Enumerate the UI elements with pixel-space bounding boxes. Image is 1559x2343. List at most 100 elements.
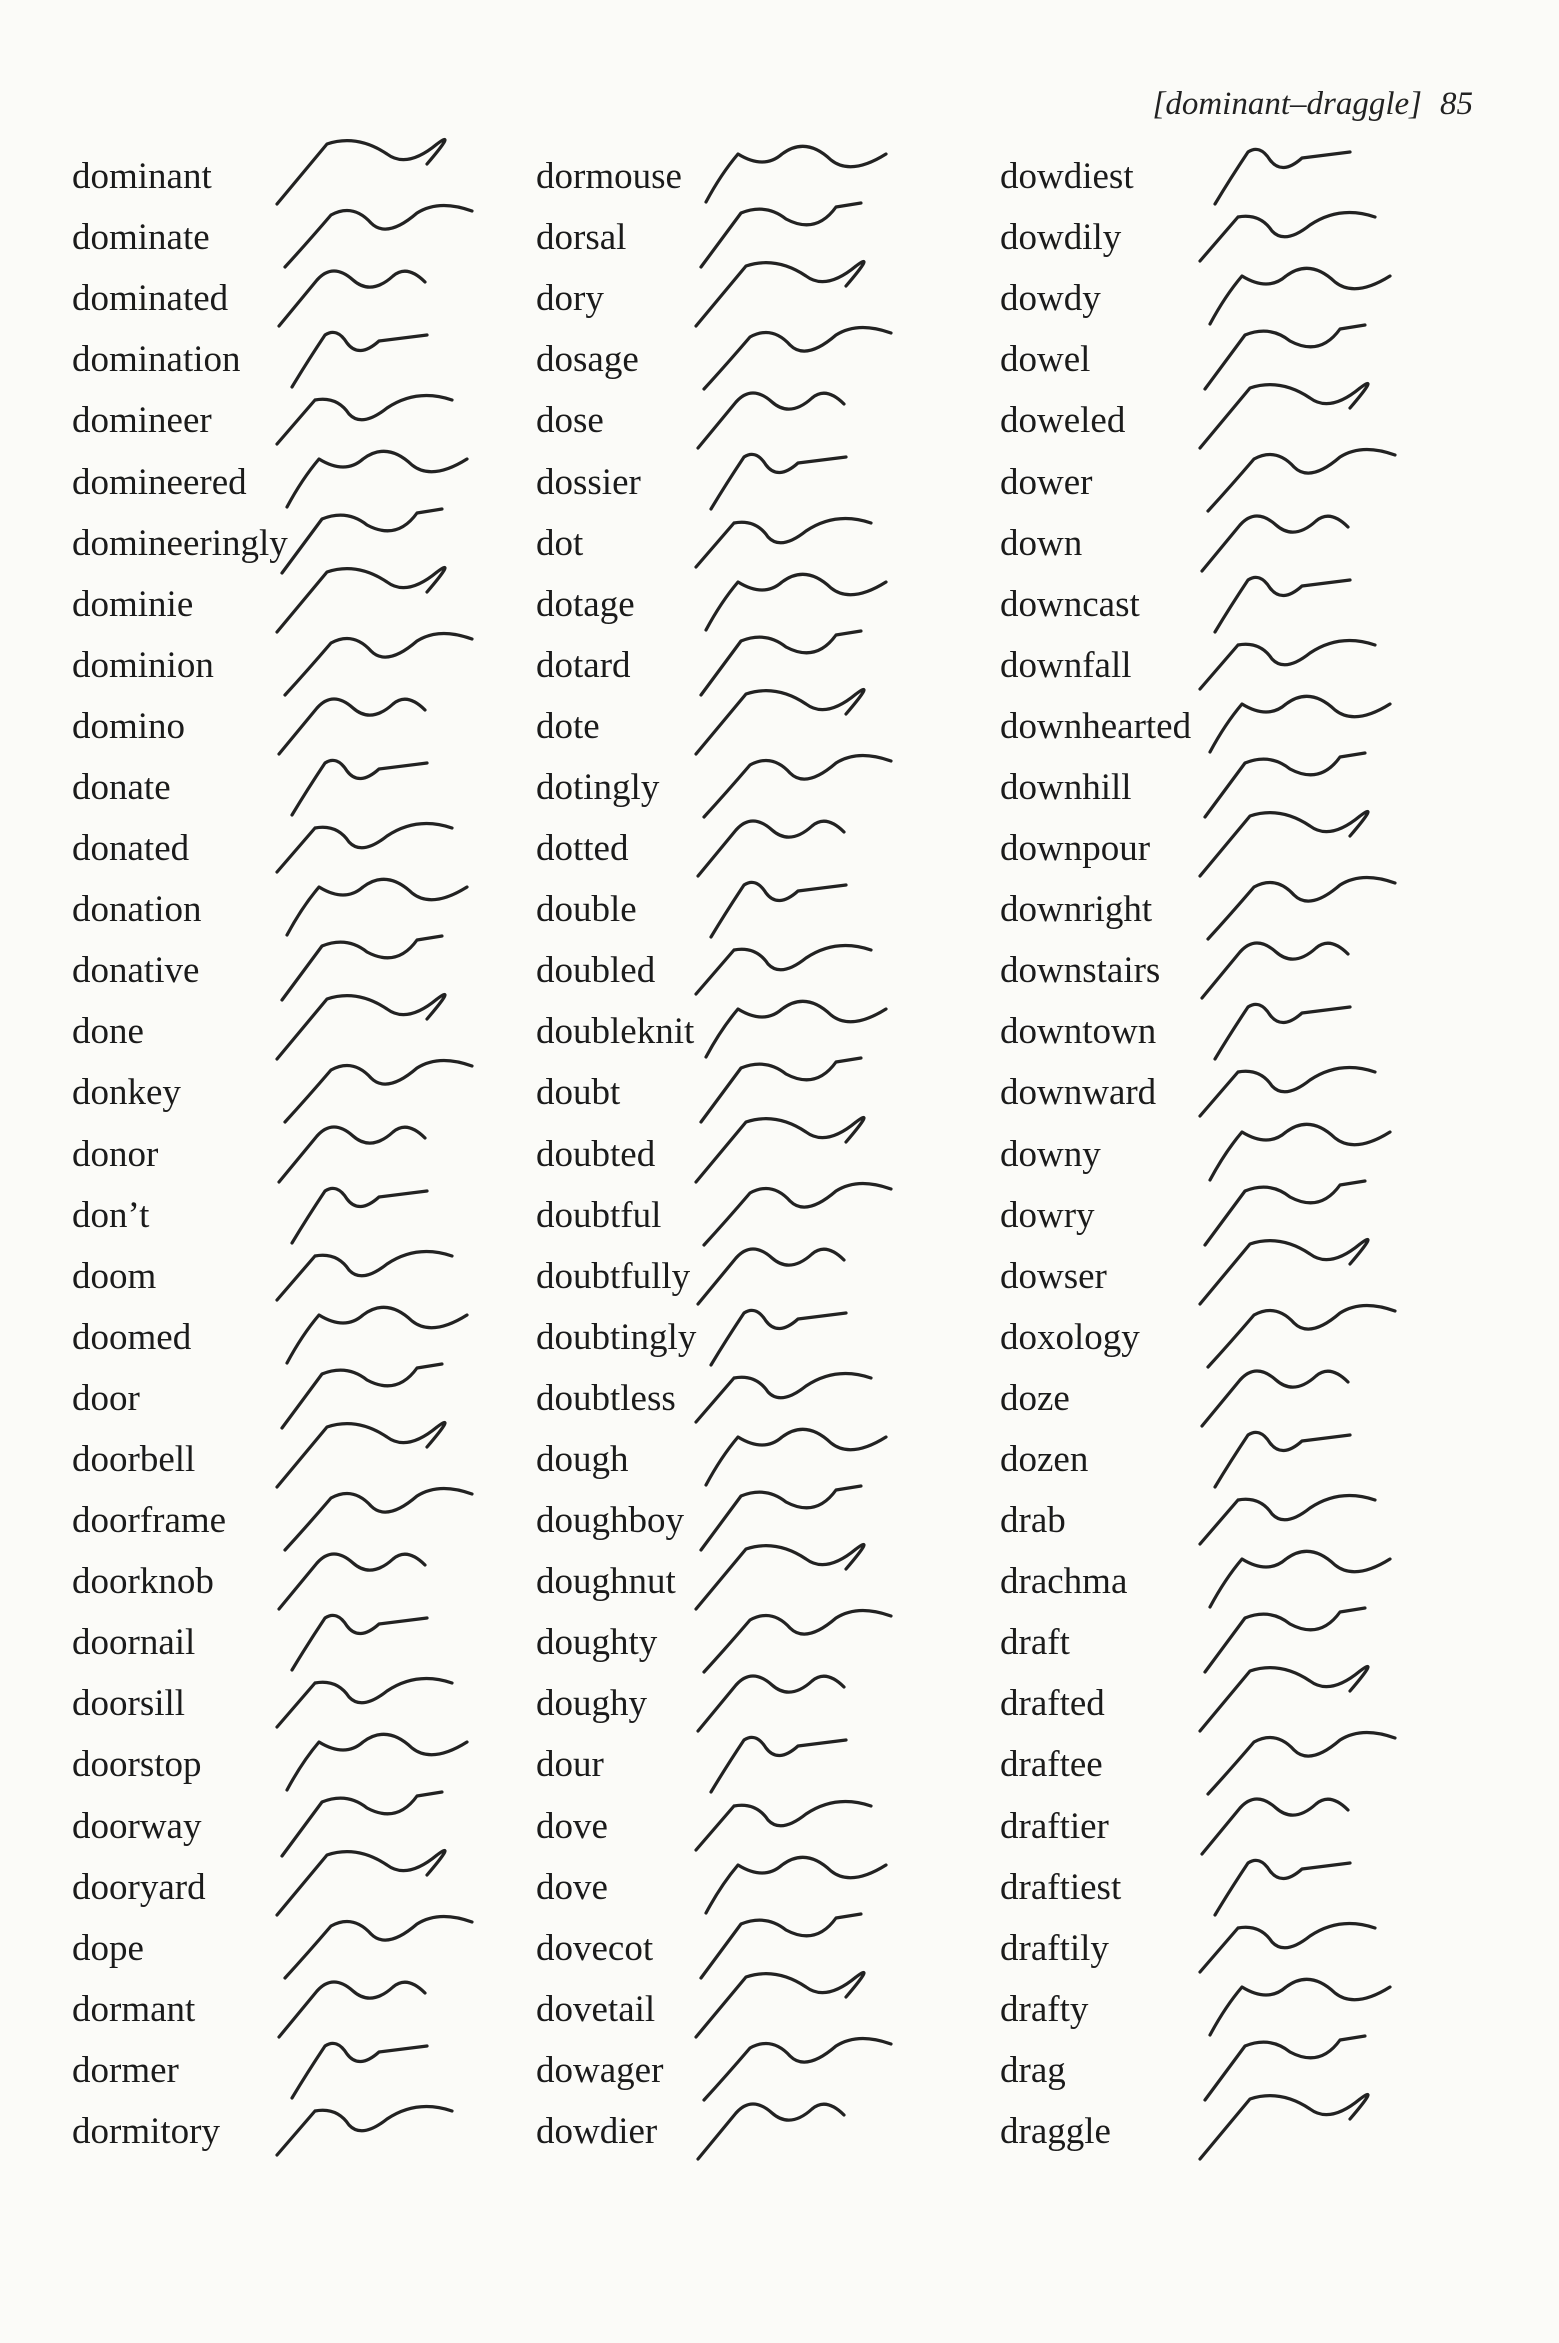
entry-word: down [1000,522,1083,564]
entry-word: doubtingly [536,1316,697,1358]
entry-word: doxology [1000,1316,1140,1358]
entry-word: dowdier [536,2111,658,2153]
shorthand-outline [275,2104,454,2157]
entry-word: draggle [1000,2111,1111,2153]
entry-word: doorknob [72,1561,214,1603]
entry-word: donate [72,766,171,808]
entry-word: dosage [536,339,639,381]
entry-word: donation [72,889,202,931]
entry-word: downpour [1000,828,1151,870]
entry-word: dowry [1000,1194,1095,1236]
entry-word: dozen [1000,1439,1089,1481]
entry-word: dovetail [536,1988,656,2030]
entry-word: draftiest [1000,1866,1122,1908]
entry-word: dove [536,1866,608,1908]
entry-word: downstairs [1000,950,1161,992]
entry-word: dote [536,705,600,747]
dictionary-entry: draggle [1000,2093,1480,2162]
entry-word: dominant [72,156,212,198]
dictionary-entry: dormitory [72,2101,532,2162]
entry-word: downhearted [1000,705,1192,747]
entry-word: drag [1000,2049,1066,2091]
entry-word: dotingly [536,766,660,808]
entry-word: dotage [536,583,635,625]
entry-word: dowser [1000,1255,1107,1297]
entry-word: doom [72,1255,157,1297]
entry-word: donkey [72,1072,181,1114]
entry-word: dowdily [1000,217,1122,259]
entry-word: dormant [72,1988,196,2030]
entry-word: doorsill [72,1683,186,1725]
entry-word: dovecot [536,1927,654,1969]
entry-word: doubleknit [536,1011,695,1053]
entry-word: dorsal [536,217,627,259]
entry-word: dowager [536,2049,664,2091]
entry-word: doughty [536,1622,658,1664]
entry-word: dotted [536,828,629,870]
entry-word: doweled [1000,400,1126,442]
entry-word: drafty [1000,1988,1089,2030]
entry-word: domination [72,339,241,381]
entry-word: downtown [1000,1011,1157,1053]
entry-word: downcast [1000,583,1140,625]
entry-word: dormer [72,2049,179,2091]
dictionary-entry: dowdier [536,2101,996,2162]
entry-word: doornail [72,1622,196,1664]
entry-word: doomed [72,1316,192,1358]
entry-word: door [72,1377,140,1419]
entry-word: drachma [1000,1561,1128,1603]
entry-word: doorstop [72,1744,202,1786]
page-range-label: [dominant–draggle] [1152,86,1422,122]
entry-word: dot [536,522,584,564]
page-number: 85 [1440,86,1473,122]
entry-word: drafted [1000,1683,1105,1725]
entry-word: donative [72,950,200,992]
entry-word: dowdy [1000,278,1101,320]
entry-word: downy [1000,1133,1101,1175]
entry-word: donated [72,828,190,870]
entry-word: drab [1000,1500,1066,1542]
entry-word: downward [1000,1072,1157,1114]
entry-word: draftier [1000,1805,1109,1847]
entry-word: doubted [536,1133,656,1175]
shorthand-outline [1198,2093,1370,2161]
entry-word: doubtless [536,1377,676,1419]
entry-word: domineeringly [72,522,288,564]
entry-word: domineered [72,461,247,503]
entry-word: draftily [1000,1927,1109,1969]
entry-word: dowdiest [1000,156,1134,198]
entry-word: dormouse [536,156,682,198]
entry-word: double [536,889,637,931]
word-column-1: dominant dominate dominated domination domin… [72,138,532,2162]
entry-word: doubtfully [536,1255,691,1297]
entry-word: dope [72,1927,144,1969]
dictionary-page: [dominant–draggle] 85 dominant dominate do… [0,0,1559,2343]
entry-word: dory [536,278,604,320]
entry-word: doorframe [72,1500,227,1542]
entry-word: done [72,1011,144,1053]
entry-word: dormitory [72,2111,220,2153]
entry-word: downfall [1000,644,1132,686]
entry-word: downright [1000,889,1153,931]
entry-word: dove [536,1805,608,1847]
word-column-3: dowdiest dowdily dowdy dowel doweled dower dow… [1000,146,1480,2162]
entry-word: donor [72,1133,159,1175]
entry-word: downhill [1000,766,1132,808]
entry-word: doorbell [72,1439,196,1481]
entry-word: dowel [1000,339,1091,381]
entry-word: don’t [72,1194,150,1236]
entry-word: dominie [72,583,194,625]
entry-word: dominate [72,217,210,259]
entry-word: domineer [72,400,212,442]
entry-word: dough [536,1439,629,1481]
entry-word: dotard [536,644,631,686]
entry-word: doubt [536,1072,621,1114]
entry-word: doorway [72,1805,202,1847]
entry-word: dooryard [72,1866,206,1908]
entry-word: dominion [72,644,214,686]
shorthand-outline [696,2102,846,2161]
entry-word: dour [536,1744,604,1786]
entry-word: dossier [536,461,641,503]
entry-word: doubled [536,950,656,992]
entry-word: dominated [72,278,229,320]
